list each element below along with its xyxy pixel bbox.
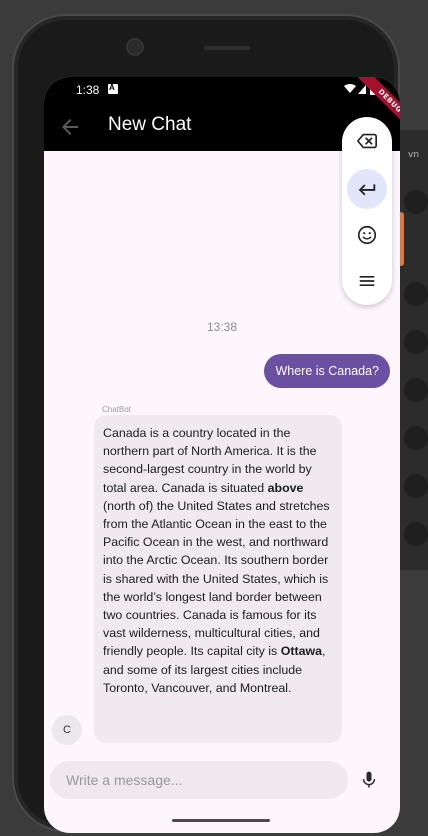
- avatar: C: [52, 715, 82, 745]
- menu-icon: [359, 276, 375, 286]
- return-arrow-icon: [358, 184, 376, 196]
- backspace-button[interactable]: [347, 121, 387, 161]
- enter-button[interactable]: [347, 169, 387, 209]
- background-dot: [404, 378, 428, 402]
- floating-keyboard-toolbar: [342, 117, 392, 305]
- bot-message-bubble: Canada is a country located in the north…: [94, 415, 342, 743]
- a-badge-icon: [108, 83, 118, 94]
- bot-author-label: ChatBot: [102, 405, 131, 414]
- message-input[interactable]: [50, 761, 348, 799]
- status-time: 1:38: [76, 83, 100, 97]
- background-partial-text: vn: [408, 150, 420, 160]
- bot-message-bold-text: Ottawa: [280, 644, 322, 659]
- home-indicator[interactable]: [172, 819, 270, 822]
- arrow-back-icon[interactable]: [58, 115, 82, 139]
- menu-button[interactable]: [347, 261, 387, 301]
- front-camera: [126, 38, 144, 56]
- background-dot: [404, 330, 428, 354]
- bot-message-bold-text: above: [267, 480, 304, 495]
- microphone-icon: [362, 771, 376, 788]
- earpiece-speaker: [204, 46, 250, 50]
- backspace-icon: [357, 133, 377, 149]
- phone-screen: 1:38 New Chat DEBUG: [44, 77, 400, 833]
- message-input-container: [50, 761, 348, 799]
- bot-message-text: (north of) the United States and stretch…: [103, 498, 330, 659]
- user-message-bubble: Where is Canada?: [264, 354, 390, 388]
- emoji-icon: [357, 225, 377, 245]
- background-dot: [404, 282, 428, 306]
- background-dot: [404, 190, 428, 214]
- page-title: New Chat: [108, 114, 192, 135]
- background-dot: [404, 426, 428, 450]
- microphone-button[interactable]: [356, 767, 382, 793]
- emoji-button[interactable]: [347, 215, 387, 255]
- phone-frame: 1:38 New Chat DEBUG: [12, 14, 400, 833]
- background-dot: [404, 522, 428, 546]
- message-timestamp: 13:38: [206, 320, 238, 334]
- background-dot: [404, 474, 428, 498]
